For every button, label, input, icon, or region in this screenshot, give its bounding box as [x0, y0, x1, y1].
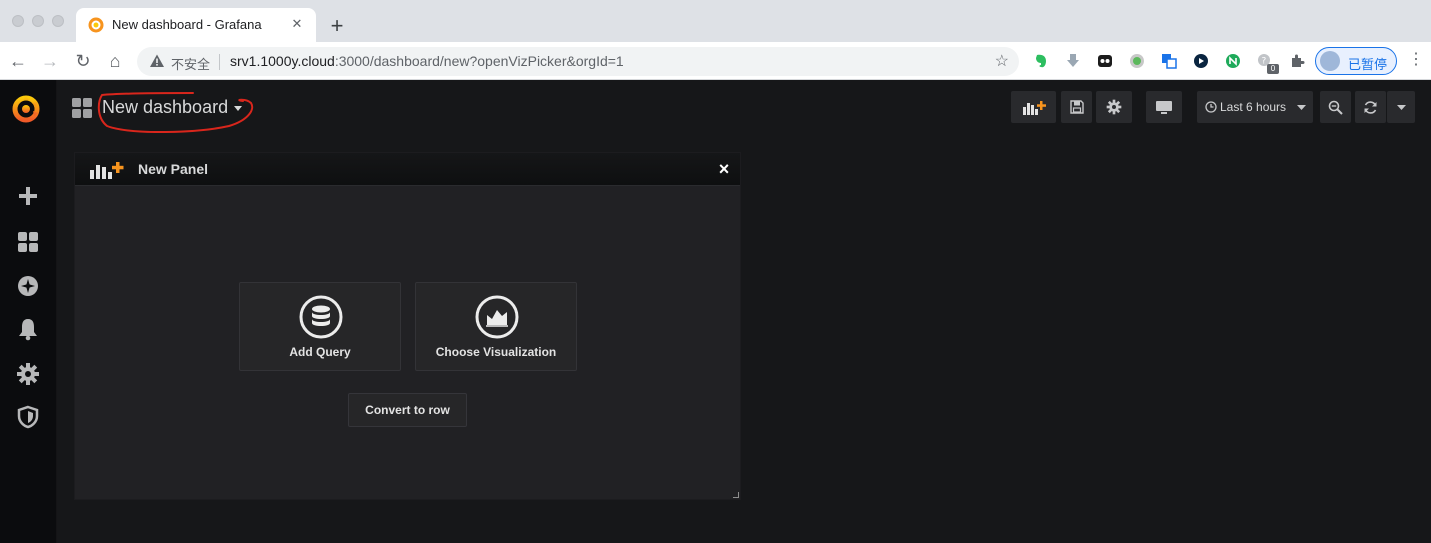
url-text[interactable]: srv1.1000y.cloud:3000/dashboard/new?open… — [230, 53, 624, 69]
server-admin-icon[interactable] — [16, 405, 40, 429]
tab-close-icon[interactable]: ✕ — [288, 15, 306, 33]
refresh-icon — [1364, 101, 1377, 114]
chart-icon — [475, 295, 519, 339]
create-icon[interactable] — [16, 184, 40, 208]
avatar — [1320, 51, 1340, 71]
save-icon — [1070, 100, 1084, 114]
window-minimize-button[interactable] — [32, 15, 44, 27]
configuration-icon[interactable] — [16, 362, 40, 386]
browser-toolbar: ← → ↻ ⌂ 不安全 srv1.1000y.cloud:3000/dashbo… — [0, 42, 1431, 80]
panel-close-icon[interactable]: × — [715, 160, 733, 178]
svg-text:?: ? — [1262, 57, 1267, 67]
new-panel: New Panel × Add Query Choose Visualizati… — [74, 152, 741, 500]
dashboards-icon[interactable] — [16, 230, 40, 254]
clock-icon — [1205, 101, 1217, 113]
bookmark-star-icon[interactable]: ☆ — [995, 51, 1009, 71]
dashboard-grid-icon[interactable] — [72, 98, 92, 118]
database-icon — [299, 295, 343, 339]
tab-title: New dashboard - Grafana — [112, 17, 262, 32]
add-query-button[interactable]: Add Query — [239, 282, 401, 371]
evernote-extension-icon[interactable] — [1033, 53, 1049, 69]
url-host: srv1.1000y.cloud — [230, 53, 335, 69]
profile-status-label: 已暂停 — [1348, 57, 1388, 72]
warning-icon[interactable] — [149, 53, 165, 69]
dashboard-title[interactable]: New dashboard — [102, 97, 228, 118]
notes-extension-icon[interactable] — [1225, 53, 1241, 69]
translate-extension-icon[interactable] — [1161, 53, 1177, 69]
convert-to-row-button[interactable]: Convert to row — [348, 393, 467, 427]
dashboard-title-caret-icon[interactable] — [234, 106, 242, 111]
time-range-label[interactable]: Last 6 hours — [1220, 100, 1286, 114]
choose-visualization-button[interactable]: Choose Visualization — [415, 282, 577, 371]
reader-extension-icon[interactable] — [1097, 53, 1113, 69]
reload-button[interactable]: ↻ — [71, 49, 95, 73]
choose-visualization-label: Choose Visualization — [435, 345, 557, 359]
home-button[interactable]: ⌂ — [103, 49, 127, 73]
security-status-label[interactable]: 不安全 — [171, 54, 210, 73]
extensions-puzzle-icon[interactable] — [1289, 53, 1305, 69]
panel-header: New Panel × — [75, 153, 740, 186]
panel-resize-handle[interactable] — [733, 492, 739, 498]
zoom-out-icon — [1328, 100, 1343, 115]
time-picker-caret-icon — [1297, 105, 1306, 110]
address-separator — [219, 54, 220, 70]
media-extension-icon[interactable] — [1193, 53, 1209, 69]
new-tab-button[interactable]: + — [323, 13, 351, 41]
refresh-interval-button[interactable] — [1387, 91, 1415, 123]
add-panel-icon — [90, 162, 124, 179]
settings-gear-icon — [1106, 99, 1122, 115]
refresh-interval-caret-icon — [1397, 105, 1406, 110]
address-bar[interactable]: 不安全 srv1.1000y.cloud:3000/dashboard/new?… — [137, 47, 1019, 76]
dashboard-settings-button[interactable] — [1096, 91, 1132, 123]
window-zoom-button[interactable] — [52, 15, 64, 27]
monitor-icon — [1156, 101, 1172, 114]
grafana-favicon-icon — [88, 17, 104, 33]
download-extension-icon[interactable] — [1065, 53, 1081, 69]
grafana-logo-icon[interactable] — [11, 94, 41, 124]
window-close-button[interactable] — [12, 15, 24, 27]
zoom-out-button[interactable] — [1320, 91, 1351, 123]
status-extension-icon[interactable] — [1129, 53, 1145, 69]
alerting-icon[interactable] — [16, 317, 40, 341]
grafana-sidemenu — [0, 80, 57, 543]
view-mode-button[interactable] — [1146, 91, 1182, 123]
forward-button[interactable]: → — [38, 49, 62, 73]
profile-button[interactable]: 已暂停 — [1315, 47, 1397, 75]
add-panel-button[interactable] — [1011, 91, 1056, 123]
save-dashboard-button[interactable] — [1061, 91, 1092, 123]
browser-tab-active[interactable]: New dashboard - Grafana ✕ — [76, 8, 316, 42]
add-query-label: Add Query — [289, 345, 351, 359]
extension-badge: 0 — [1267, 64, 1279, 74]
explore-icon[interactable] — [16, 274, 40, 298]
browser-tabstrip: New dashboard - Grafana ✕ + — [0, 0, 1431, 42]
refresh-button[interactable] — [1355, 91, 1386, 123]
panel-title: New Panel — [138, 161, 209, 177]
add-panel-icon — [1023, 101, 1046, 115]
browser-menu-icon[interactable]: ⋮ — [1408, 50, 1424, 70]
url-path: :3000/dashboard/new?openVizPicker&orgId=… — [334, 53, 624, 69]
back-button[interactable]: ← — [6, 49, 30, 73]
